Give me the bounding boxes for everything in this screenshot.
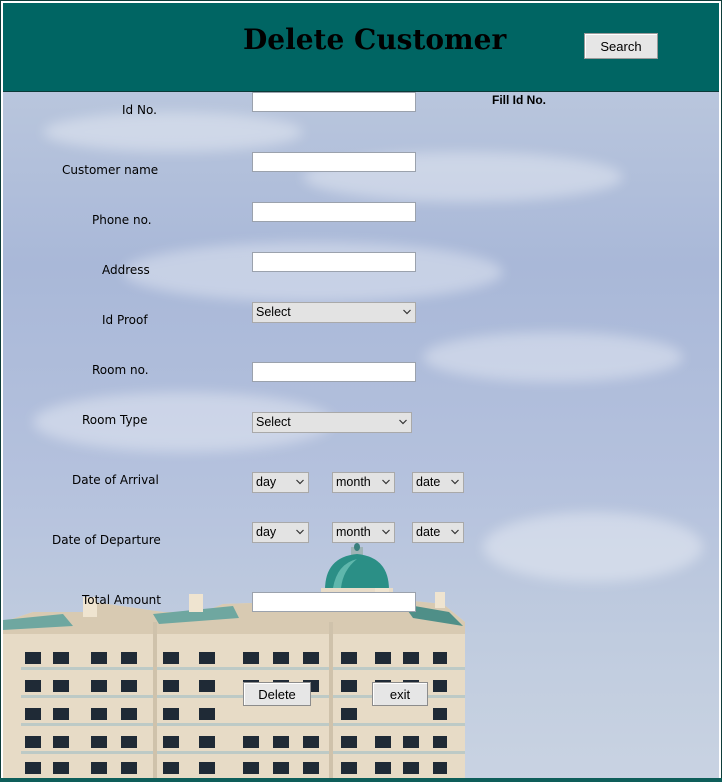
delete-button[interactable]: Delete	[243, 682, 311, 706]
departure-date-select[interactable]: date	[412, 522, 464, 543]
arrival-month-select[interactable]: month	[332, 472, 395, 493]
room-type-selected: Select	[256, 415, 291, 429]
hotel-building-image	[3, 543, 465, 780]
room-type-label: Room Type	[82, 413, 148, 427]
arrival-date-selected: date	[416, 475, 441, 489]
window-bottom-border	[0, 778, 722, 782]
customer-name-label: Customer name	[62, 163, 159, 177]
chevron-down-icon	[296, 529, 304, 535]
chevron-down-icon	[403, 309, 411, 315]
header-bar: Delete Customer Search	[3, 3, 719, 92]
departure-day-selected: day	[256, 525, 277, 539]
arrival-month-selected: month	[336, 475, 371, 489]
id-no-input[interactable]	[252, 92, 416, 112]
arrival-day-select[interactable]: day	[252, 472, 309, 493]
phone-label: Phone no.	[92, 213, 152, 227]
customer-name-input[interactable]	[252, 152, 416, 172]
arrival-day-selected: day	[256, 475, 277, 489]
departure-month-selected: month	[336, 525, 371, 539]
chevron-down-icon	[382, 479, 390, 485]
departure-date-selected: date	[416, 525, 441, 539]
id-no-label: Id No.	[122, 103, 157, 117]
room-no-input[interactable]	[252, 362, 416, 382]
chevron-down-icon	[451, 529, 459, 535]
chevron-down-icon	[399, 419, 407, 425]
total-amount-label: Total Amount	[82, 593, 161, 607]
page-title: Delete Customer	[243, 23, 507, 56]
id-proof-selected: Select	[256, 305, 291, 319]
exit-button[interactable]: exit	[372, 682, 428, 706]
chevron-down-icon	[451, 479, 459, 485]
phone-input[interactable]	[252, 202, 416, 222]
background-image	[3, 92, 719, 780]
address-input[interactable]	[252, 252, 416, 272]
departure-day-select[interactable]: day	[252, 522, 309, 543]
id-proof-select[interactable]: Select	[252, 302, 416, 323]
arrival-label: Date of Arrival	[72, 473, 159, 487]
departure-label: Date of Departure	[52, 533, 161, 547]
chevron-down-icon	[382, 529, 390, 535]
chevron-down-icon	[296, 479, 304, 485]
search-button[interactable]: Search	[584, 33, 658, 59]
address-label: Address	[102, 263, 150, 277]
arrival-date-select[interactable]: date	[412, 472, 464, 493]
id-proof-label: Id Proof	[102, 313, 148, 327]
fill-id-hint: Fill Id No.	[492, 93, 546, 107]
room-no-label: Room no.	[92, 363, 149, 377]
total-amount-input[interactable]	[252, 592, 416, 612]
app-window: Delete Customer Search Id No. Customer n…	[0, 0, 722, 782]
room-type-select[interactable]: Select	[252, 412, 412, 433]
departure-month-select[interactable]: month	[332, 522, 395, 543]
